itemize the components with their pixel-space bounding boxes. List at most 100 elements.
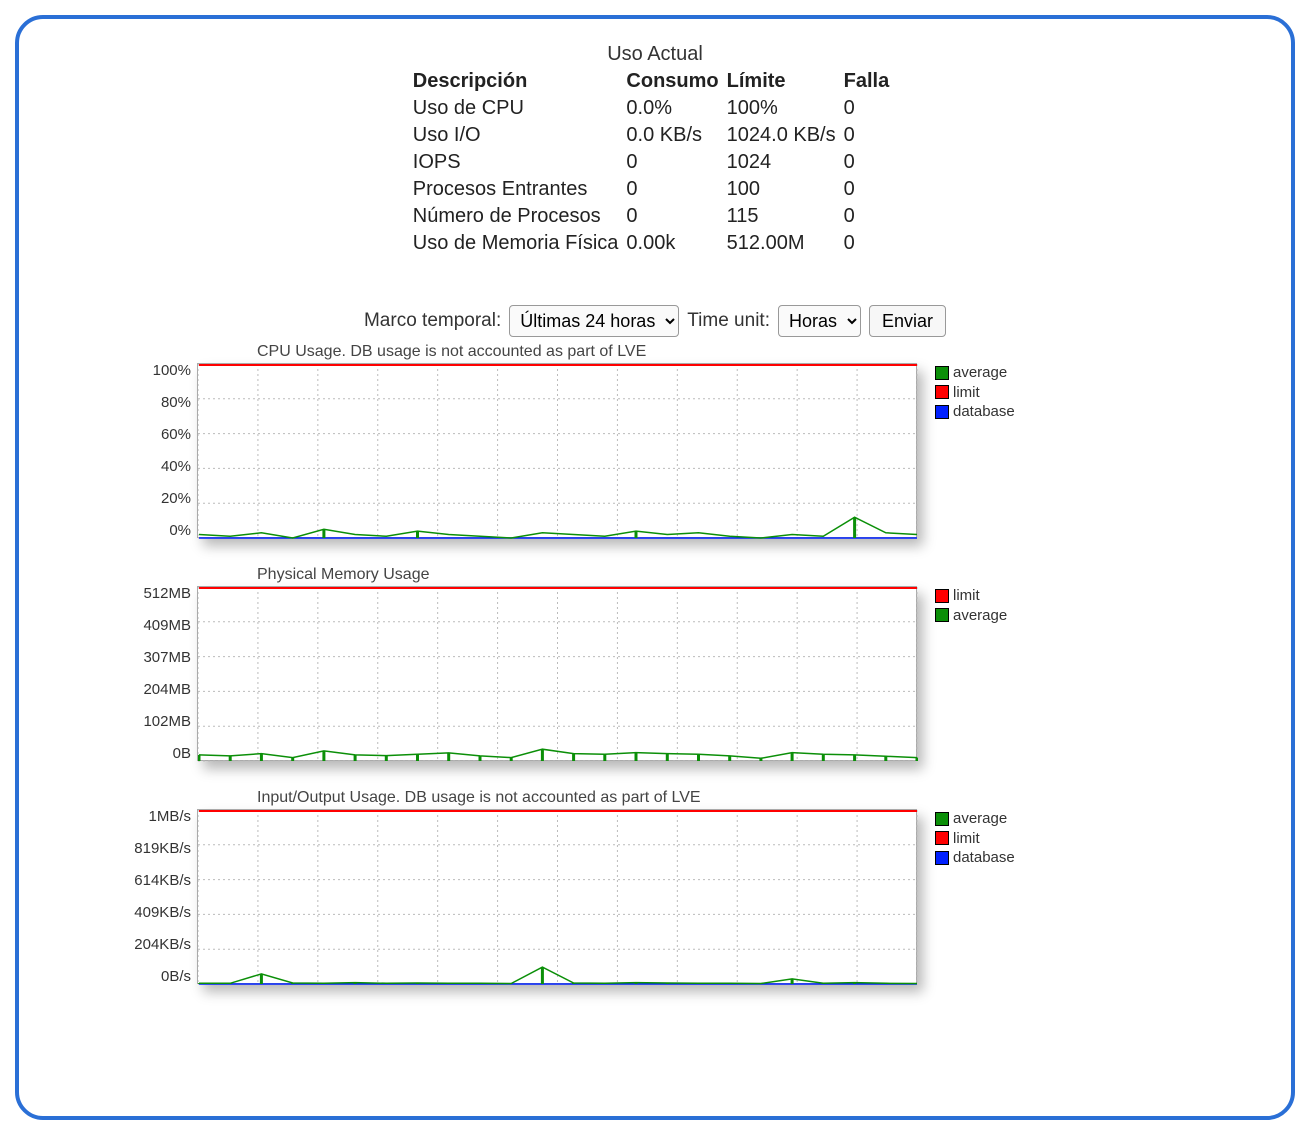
chart-plot xyxy=(197,586,917,761)
header-falla: Falla xyxy=(844,68,898,95)
chart-controls: Marco temporal: Últimas 24 horas Time un… xyxy=(47,305,1263,337)
cell-falla: 0 xyxy=(844,149,898,176)
legend-label: database xyxy=(953,402,1015,422)
chart-title: Physical Memory Usage xyxy=(257,566,1263,584)
header-description: Descripción xyxy=(413,68,627,95)
y-tick: 20% xyxy=(127,491,191,506)
header-limite: Límite xyxy=(727,68,844,95)
cell-consumo: 0.0% xyxy=(626,95,726,122)
legend-item-database: database xyxy=(935,848,1015,868)
current-usage-table: Uso Actual Descripción Consumo Límite Fa… xyxy=(413,43,897,257)
cell-desc: Uso I/O xyxy=(413,122,627,149)
y-tick: 80% xyxy=(127,395,191,410)
legend-label: limit xyxy=(953,586,980,606)
legend-swatch xyxy=(935,608,949,622)
y-axis: 512MB 409MB 307MB 204MB 102MB 0B xyxy=(127,586,197,761)
legend-label: average xyxy=(953,363,1007,383)
cell-desc: IOPS xyxy=(413,149,627,176)
cell-limite: 1024 xyxy=(727,149,844,176)
cell-falla: 0 xyxy=(844,176,898,203)
legend-item-average: average xyxy=(935,809,1015,829)
cell-falla: 0 xyxy=(844,230,898,257)
y-tick: 819KB/s xyxy=(127,841,191,856)
y-tick: 409KB/s xyxy=(127,905,191,920)
cell-falla: 0 xyxy=(844,122,898,149)
chart-block: CPU Usage. DB usage is not accounted as … xyxy=(127,343,1263,538)
table-row: Número de Procesos01150 xyxy=(413,203,897,230)
table-caption: Uso Actual xyxy=(413,43,897,68)
submit-button[interactable]: Enviar xyxy=(869,305,946,337)
chart-plot xyxy=(197,809,917,984)
chart-legend: limitaverage xyxy=(935,586,1007,625)
y-tick: 0B xyxy=(127,746,191,761)
cell-limite: 115 xyxy=(727,203,844,230)
cell-limite: 1024.0 KB/s xyxy=(727,122,844,149)
legend-swatch xyxy=(935,366,949,380)
legend-label: database xyxy=(953,848,1015,868)
y-tick: 409MB xyxy=(127,618,191,633)
table-row: Uso de Memoria Física0.00k512.00M0 xyxy=(413,230,897,257)
resource-usage-panel: Uso Actual Descripción Consumo Límite Fa… xyxy=(15,15,1295,1120)
legend-label: limit xyxy=(953,383,980,403)
chart-block: Physical Memory Usage 512MB 409MB 307MB 204M… xyxy=(127,566,1263,761)
legend-swatch xyxy=(935,385,949,399)
legend-label: average xyxy=(953,606,1007,626)
cell-consumo: 0 xyxy=(626,203,726,230)
cell-limite: 512.00M xyxy=(727,230,844,257)
y-tick: 102MB xyxy=(127,714,191,729)
table-row: Uso de CPU0.0%100%0 xyxy=(413,95,897,122)
legend-item-average: average xyxy=(935,363,1015,383)
legend-swatch xyxy=(935,405,949,419)
legend-swatch xyxy=(935,831,949,845)
cell-desc: Número de Procesos xyxy=(413,203,627,230)
cell-desc: Uso de Memoria Física xyxy=(413,230,627,257)
legend-label: limit xyxy=(953,829,980,849)
cell-falla: 0 xyxy=(844,203,898,230)
legend-item-database: database xyxy=(935,402,1015,422)
y-axis: 100% 80% 60% 40% 20% 0% xyxy=(127,363,197,538)
y-tick: 40% xyxy=(127,459,191,474)
y-tick: 0% xyxy=(127,523,191,538)
y-tick: 512MB xyxy=(127,586,191,601)
cell-consumo: 0 xyxy=(626,176,726,203)
chart-legend: averagelimitdatabase xyxy=(935,809,1015,868)
timeunit-select[interactable]: Horas xyxy=(778,305,861,337)
legend-item-limit: limit xyxy=(935,829,1015,849)
table-row: Procesos Entrantes01000 xyxy=(413,176,897,203)
legend-item-average: average xyxy=(935,606,1007,626)
cell-desc: Procesos Entrantes xyxy=(413,176,627,203)
timeframe-label: Marco temporal: xyxy=(364,310,501,332)
legend-label: average xyxy=(953,809,1007,829)
chart-plot xyxy=(197,363,917,538)
cell-falla: 0 xyxy=(844,95,898,122)
legend-swatch xyxy=(935,812,949,826)
table-row: IOPS010240 xyxy=(413,149,897,176)
cell-consumo: 0 xyxy=(626,149,726,176)
y-tick: 60% xyxy=(127,427,191,442)
y-axis: 1MB/s 819KB/s 614KB/s 409KB/s 204KB/s 0B/s xyxy=(127,809,197,984)
chart-block: Input/Output Usage. DB usage is not acco… xyxy=(127,789,1263,984)
cell-limite: 100 xyxy=(727,176,844,203)
table-row: Uso I/O0.0 KB/s1024.0 KB/s0 xyxy=(413,122,897,149)
chart-legend: averagelimitdatabase xyxy=(935,363,1015,422)
legend-item-limit: limit xyxy=(935,586,1007,606)
y-tick: 0B/s xyxy=(127,969,191,984)
cell-desc: Uso de CPU xyxy=(413,95,627,122)
y-tick: 204MB xyxy=(127,682,191,697)
cell-limite: 100% xyxy=(727,95,844,122)
timeframe-select[interactable]: Últimas 24 horas xyxy=(509,305,679,337)
y-tick: 307MB xyxy=(127,650,191,665)
y-tick: 204KB/s xyxy=(127,937,191,952)
table-header-row: Descripción Consumo Límite Falla xyxy=(413,68,897,95)
legend-swatch xyxy=(935,589,949,603)
y-tick: 1MB/s xyxy=(127,809,191,824)
legend-item-limit: limit xyxy=(935,383,1015,403)
chart-title: CPU Usage. DB usage is not accounted as … xyxy=(257,343,1263,361)
y-tick: 614KB/s xyxy=(127,873,191,888)
legend-swatch xyxy=(935,851,949,865)
timeunit-label: Time unit: xyxy=(687,310,770,332)
y-tick: 100% xyxy=(127,363,191,378)
current-usage-section: Uso Actual Descripción Consumo Límite Fa… xyxy=(47,43,1263,257)
cell-consumo: 0.0 KB/s xyxy=(626,122,726,149)
chart-title: Input/Output Usage. DB usage is not acco… xyxy=(257,789,1263,807)
